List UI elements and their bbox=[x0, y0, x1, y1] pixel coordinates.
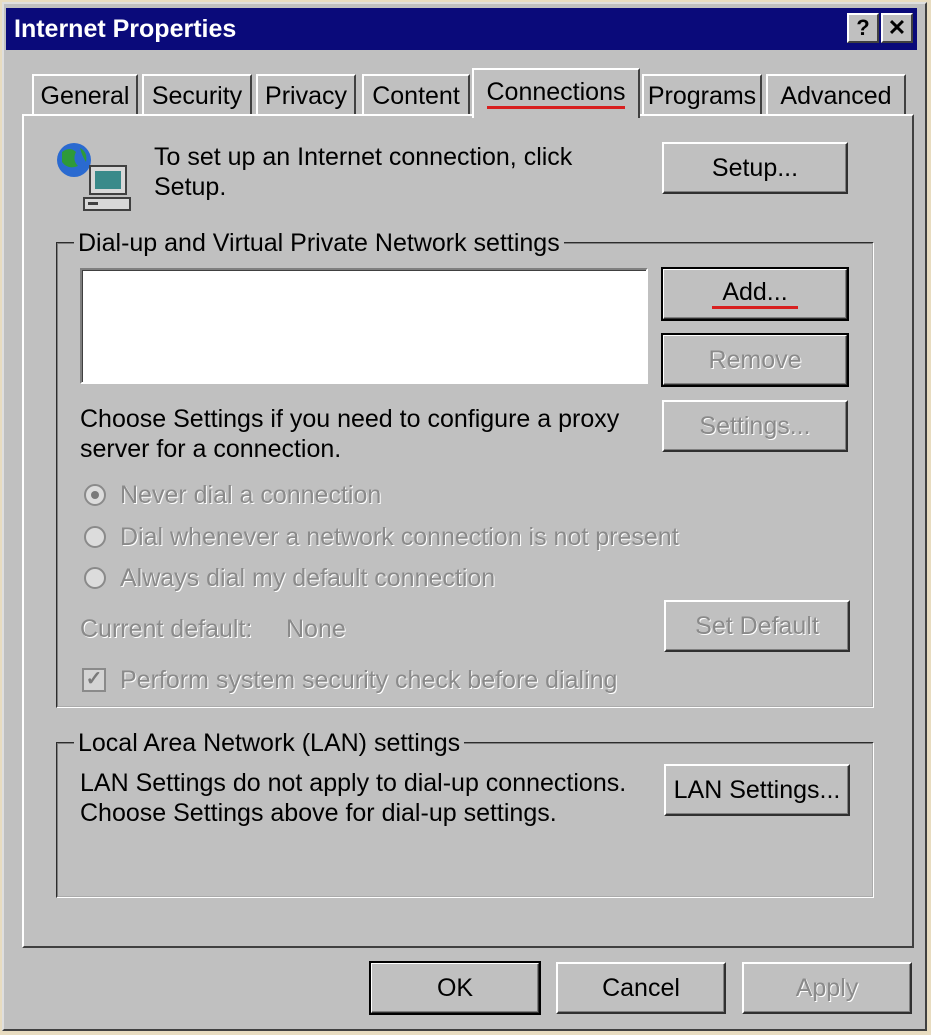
proxy-description-line1: Choose Settings if you need to configure… bbox=[80, 405, 620, 433]
dialup-legend: Dial-up and Virtual Private Network sett… bbox=[74, 229, 564, 257]
setup-button[interactable]: Setup... bbox=[662, 142, 848, 194]
tab-label: Programs bbox=[647, 81, 757, 110]
close-button[interactable]: ✕ bbox=[881, 13, 913, 43]
add-button[interactable]: Add... bbox=[661, 267, 849, 321]
apply-button[interactable]: Apply bbox=[742, 962, 912, 1014]
tab-programs[interactable]: Programs bbox=[642, 74, 762, 116]
tab-security[interactable]: Security bbox=[142, 74, 252, 116]
current-default-label: Current default: bbox=[80, 615, 253, 643]
radio-always-dial-label: Always dial my default connection bbox=[120, 564, 496, 592]
radio-dial-whenever-label: Dial whenever a network connection is no… bbox=[120, 523, 679, 551]
radio-never-dial-label: Never dial a connection bbox=[120, 481, 382, 509]
tab-content[interactable]: Content bbox=[362, 74, 470, 116]
security-check-label: Perform system security check before dia… bbox=[120, 666, 618, 694]
radio-dial-whenever[interactable] bbox=[84, 526, 106, 548]
tab-label: Security bbox=[151, 81, 243, 110]
setup-description-line1: To set up an Internet connection, click bbox=[154, 143, 573, 171]
help-button[interactable]: ? bbox=[847, 13, 879, 43]
remove-button-label: Remove bbox=[708, 345, 802, 374]
help-icon: ? bbox=[856, 15, 870, 40]
lan-settings-button[interactable]: LAN Settings... bbox=[664, 764, 850, 816]
set-default-button-label: Set Default bbox=[695, 611, 819, 640]
proxy-description-line2: server for a connection. bbox=[80, 435, 342, 463]
settings-button-label: Settings... bbox=[699, 411, 811, 440]
radio-never-dial[interactable] bbox=[84, 484, 106, 506]
set-default-button[interactable]: Set Default bbox=[664, 600, 850, 652]
tab-label: Content bbox=[372, 81, 460, 110]
cancel-button[interactable]: Cancel bbox=[556, 962, 726, 1014]
tab-connections[interactable]: Connections bbox=[472, 68, 640, 118]
add-button-label: Add... bbox=[712, 279, 798, 309]
connections-list[interactable] bbox=[80, 268, 648, 384]
remove-button[interactable]: Remove bbox=[661, 333, 849, 387]
tab-label: General bbox=[40, 81, 130, 110]
tab-general[interactable]: General bbox=[32, 74, 138, 116]
title-bar[interactable]: Internet Properties ? ✕ bbox=[6, 8, 917, 50]
close-icon: ✕ bbox=[887, 15, 907, 40]
apply-button-label: Apply bbox=[795, 973, 859, 1002]
radio-always-dial[interactable] bbox=[84, 567, 106, 589]
tab-advanced[interactable]: Advanced bbox=[766, 74, 906, 116]
tab-privacy[interactable]: Privacy bbox=[256, 74, 356, 116]
ok-button[interactable]: OK bbox=[369, 961, 541, 1015]
lan-description-line2: Choose Settings above for dial-up settin… bbox=[80, 799, 557, 827]
settings-button[interactable]: Settings... bbox=[662, 400, 848, 452]
ok-button-label: OK bbox=[436, 973, 474, 1002]
lan-legend: Local Area Network (LAN) settings bbox=[74, 729, 465, 757]
tab-label: Connections bbox=[486, 79, 626, 109]
window-title: Internet Properties bbox=[14, 14, 237, 43]
current-default-value: None bbox=[286, 615, 346, 643]
setup-button-label: Setup... bbox=[711, 153, 799, 182]
network-computer-icon bbox=[57, 143, 131, 211]
tab-label: Advanced bbox=[780, 81, 892, 110]
setup-description-line2: Setup. bbox=[154, 173, 227, 201]
lan-settings-button-label: LAN Settings... bbox=[673, 775, 841, 804]
tab-label: Privacy bbox=[265, 81, 347, 110]
security-check-checkbox[interactable]: ✓ bbox=[82, 668, 106, 692]
lan-description-line1: LAN Settings do not apply to dial-up con… bbox=[80, 769, 627, 797]
cancel-button-label: Cancel bbox=[602, 973, 680, 1002]
